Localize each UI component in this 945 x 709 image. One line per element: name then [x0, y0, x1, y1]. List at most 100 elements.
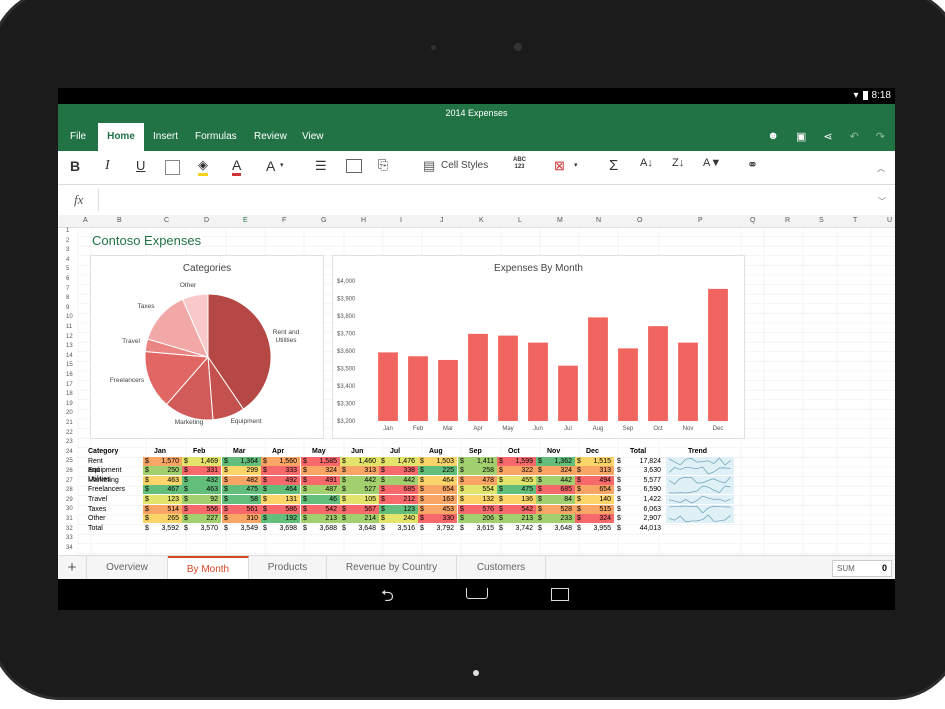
total-cell[interactable]: $1,422 [615, 495, 661, 504]
month-cell[interactable]: $482 [222, 475, 261, 485]
month-cell[interactable]: $213 [301, 514, 340, 524]
align-icon[interactable]: ☰ [315, 158, 327, 174]
month-cell[interactable]: $240 [379, 514, 418, 524]
sheet-tab-revenue-by-country[interactable]: Revenue by Country [327, 556, 457, 580]
month-cell[interactable]: $1,503 [418, 456, 457, 466]
tab-formulas[interactable]: Formulas [195, 123, 237, 151]
month-cell[interactable]: $455 [497, 475, 536, 485]
total-cell[interactable]: $5,577 [615, 476, 661, 485]
month-cell[interactable]: $3,570 [182, 524, 221, 533]
month-cell[interactable]: $322 [497, 466, 536, 476]
month-cell[interactable]: $330 [418, 514, 457, 524]
save-icon[interactable]: ▣ [796, 130, 806, 143]
month-cell[interactable]: $206 [458, 514, 497, 524]
month-cell[interactable]: $528 [536, 504, 575, 514]
tab-insert[interactable]: Insert [153, 123, 178, 151]
filter-sort-icon[interactable]: A▼ [703, 157, 721, 169]
month-cell[interactable]: $514 [143, 504, 182, 514]
month-cell[interactable]: $310 [222, 514, 261, 524]
month-cell[interactable]: $313 [340, 466, 379, 476]
sheet-tab-overview[interactable]: Overview [87, 556, 168, 580]
month-cell[interactable]: $654 [418, 485, 457, 495]
month-cell[interactable]: $233 [536, 514, 575, 524]
month-cell[interactable]: $225 [418, 466, 457, 476]
month-cell[interactable]: $333 [261, 466, 300, 476]
month-cell[interactable]: $324 [301, 466, 340, 476]
month-cell[interactable]: $299 [222, 466, 261, 476]
month-cell[interactable]: $313 [575, 466, 614, 476]
month-cell[interactable]: $478 [458, 475, 497, 485]
month-cell[interactable]: $1,560 [261, 456, 300, 466]
month-cell[interactable]: $1,570 [143, 456, 182, 466]
redo-icon[interactable]: ↷ [876, 130, 885, 143]
month-cell[interactable]: $442 [379, 475, 418, 485]
fill-color-icon[interactable]: ◈ [198, 157, 208, 176]
month-cell[interactable]: $1,411 [458, 456, 497, 466]
month-cell[interactable]: $1,599 [497, 456, 536, 466]
tab-view[interactable]: View [302, 123, 324, 151]
tab-file[interactable]: File [70, 123, 86, 151]
home-icon[interactable] [466, 588, 488, 599]
merge-cells-icon[interactable] [346, 159, 362, 173]
smiley-feedback-icon[interactable]: ☻ [767, 130, 779, 143]
total-cell[interactable]: $6,063 [615, 505, 661, 514]
month-cell[interactable]: $46 [301, 495, 340, 504]
month-cell[interactable]: $475 [222, 485, 261, 495]
month-cell[interactable]: $442 [340, 475, 379, 485]
wrap-text-icon[interactable]: ⎘ [378, 157, 388, 173]
borders-icon[interactable] [165, 160, 180, 175]
month-cell[interactable]: $464 [418, 475, 457, 485]
month-cell[interactable]: $324 [536, 466, 575, 476]
pie-chart-card[interactable]: Categories Rent and Utilities Equipment Mar… [90, 255, 324, 439]
total-cell[interactable]: $2,907 [615, 514, 661, 523]
expand-formula-icon[interactable]: ﹀ [878, 196, 886, 207]
month-cell[interactable]: $331 [182, 466, 221, 476]
month-cell[interactable]: $442 [536, 475, 575, 485]
month-cell[interactable]: $453 [418, 504, 457, 514]
bold-button[interactable]: B [70, 158, 80, 174]
month-cell[interactable]: $324 [575, 514, 614, 524]
chevron-down-icon[interactable]: ▾ [280, 161, 284, 169]
month-cell[interactable]: $492 [261, 475, 300, 485]
font-size-button[interactable]: A [266, 158, 275, 174]
month-cell[interactable]: $132 [458, 495, 497, 504]
find-binoculars-icon[interactable]: ⚭ [747, 157, 758, 173]
month-cell[interactable]: $3,698 [261, 524, 300, 533]
month-cell[interactable]: $3,648 [340, 524, 379, 533]
total-cell[interactable]: $6,590 [615, 485, 661, 494]
month-cell[interactable]: $542 [497, 504, 536, 514]
month-cell[interactable]: $463 [143, 475, 182, 485]
month-cell[interactable]: $487 [301, 485, 340, 495]
month-cell[interactable]: $58 [222, 495, 261, 504]
month-cell[interactable]: $3,688 [301, 524, 340, 533]
month-cell[interactable]: $685 [379, 485, 418, 495]
month-cell[interactable]: $212 [379, 495, 418, 504]
month-cell[interactable]: $250 [143, 466, 182, 476]
total-cell[interactable]: $44,013 [615, 524, 661, 533]
month-cell[interactable]: $1,362 [536, 456, 575, 466]
month-cell[interactable]: $654 [575, 485, 614, 495]
month-cell[interactable]: $192 [261, 514, 300, 524]
add-sheet-button[interactable]: + [58, 556, 87, 580]
number-format-icon[interactable]: ABC 123 [513, 157, 526, 171]
month-cell[interactable]: $464 [261, 485, 300, 495]
worksheet-grid[interactable]: ABCDEFGHIJKLMNOPQRSTU 1 2 3 4 5 6 7 8 9 10 11 12 13 1… [58, 215, 895, 555]
tab-review[interactable]: Review [254, 123, 287, 151]
month-cell[interactable]: $561 [222, 504, 261, 514]
clear-format-icon[interactable]: ⊠ [554, 158, 565, 174]
sort-ascending-icon[interactable]: A↓ [640, 157, 653, 169]
month-cell[interactable]: $214 [340, 514, 379, 524]
month-cell[interactable]: $3,615 [458, 524, 497, 533]
month-cell[interactable]: $3,792 [418, 524, 457, 533]
month-cell[interactable]: $123 [379, 504, 418, 514]
month-cell[interactable]: $576 [458, 504, 497, 514]
month-cell[interactable]: $554 [458, 485, 497, 495]
month-cell[interactable]: $105 [340, 495, 379, 504]
collapse-ribbon-icon[interactable]: ︿ [877, 163, 885, 174]
month-cell[interactable]: $475 [497, 485, 536, 495]
month-cell[interactable]: $494 [575, 475, 614, 485]
month-cell[interactable]: $265 [143, 514, 182, 524]
month-cell[interactable]: $3,742 [497, 524, 536, 533]
month-cell[interactable]: $3,955 [575, 524, 614, 533]
month-cell[interactable]: $527 [340, 485, 379, 495]
